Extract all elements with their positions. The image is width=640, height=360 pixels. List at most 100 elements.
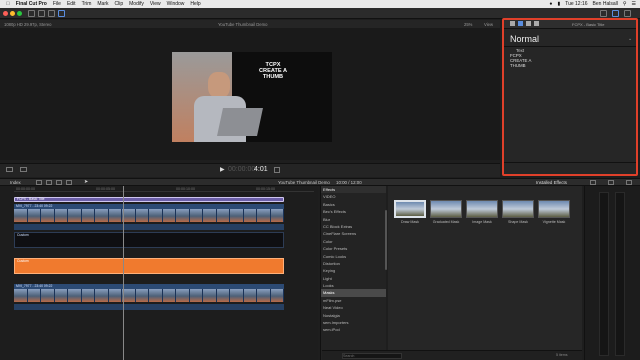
menu-window[interactable]: Window xyxy=(167,1,185,7)
category-item[interactable]: Neat Video xyxy=(321,304,386,311)
view-options-icon[interactable] xyxy=(6,167,13,172)
timeline[interactable]: 00:00:00:00 00:00:05:00 00:00:10:00 00:0… xyxy=(0,186,318,360)
chevron-down-icon[interactable]: ⌄ xyxy=(628,36,632,42)
custom-clip[interactable]: Custom xyxy=(14,232,284,248)
timecode-display[interactable]: 4:01 xyxy=(254,166,268,173)
category-item[interactable]: Bec's Effects xyxy=(321,208,386,215)
battery-icon[interactable]: ▮ xyxy=(557,1,560,7)
video-clip[interactable]: MVI_7977 - 23:40 09:22 xyxy=(14,284,284,302)
fullscreen-icon[interactable] xyxy=(17,11,22,16)
audio-waveform[interactable] xyxy=(14,304,284,310)
clock[interactable]: Tue 12:16 xyxy=(565,1,587,7)
clip-label: Custom xyxy=(17,233,29,237)
category-item[interactable]: VIDEO xyxy=(321,193,386,200)
menu-trim[interactable]: Trim xyxy=(82,1,92,7)
video-tab-icon[interactable] xyxy=(510,21,515,26)
overwrite-icon[interactable] xyxy=(66,180,72,185)
title-tab-icon[interactable] xyxy=(526,21,531,26)
insert-icon[interactable] xyxy=(56,180,62,185)
effects-browser-icon[interactable] xyxy=(608,180,614,185)
apple-menu-icon[interactable]:  xyxy=(6,1,10,7)
view-menu[interactable]: View xyxy=(484,22,493,27)
title-clip[interactable]: FCPX - Basic Title xyxy=(14,197,284,202)
menu-mark[interactable]: Mark xyxy=(97,1,108,7)
category-item[interactable]: Distortion xyxy=(321,260,386,267)
timeline-ruler[interactable]: 00:00:00:00 00:00:05:00 00:00:10:00 00:0… xyxy=(14,186,314,192)
category-item[interactable]: Nostalgia xyxy=(321,312,386,319)
effect-thumb-draw-mask[interactable] xyxy=(394,200,426,218)
playhead[interactable] xyxy=(123,186,124,360)
menu-file[interactable]: File xyxy=(53,1,61,7)
divider xyxy=(504,162,636,163)
category-item[interactable]: mFilm.pse xyxy=(321,297,386,304)
menu-edit[interactable]: Edit xyxy=(67,1,76,7)
menu-clip[interactable]: Clip xyxy=(115,1,124,7)
menu-app[interactable]: Final Cut Pro xyxy=(16,1,47,7)
category-item[interactable]: Comic Looks xyxy=(321,253,386,260)
effect-thumb-image-mask[interactable] xyxy=(466,200,498,218)
close-icon[interactable] xyxy=(3,11,8,16)
installed-effects-select[interactable]: Installed Effects xyxy=(536,180,567,185)
zoom-select[interactable]: 25% xyxy=(464,22,472,27)
menu-bar:  Final Cut Pro File Edit Trim Mark Clip… xyxy=(0,0,640,8)
category-item[interactable]: Looks xyxy=(321,282,386,289)
ruler-tick: 00:00:15:00 xyxy=(256,187,275,191)
ruler-tick: 00:00:05:00 xyxy=(96,187,115,191)
clip-filmstrip xyxy=(14,209,284,222)
play-icon[interactable]: ▶ xyxy=(220,166,225,173)
search-icon[interactable]: ⚲ xyxy=(623,1,627,7)
presenter-head xyxy=(208,72,230,98)
category-item[interactable]: Color Presets xyxy=(321,245,386,252)
libraries-icon[interactable] xyxy=(28,10,35,17)
index-button[interactable]: Index xyxy=(10,180,21,185)
keyword-icon[interactable] xyxy=(58,10,65,17)
info-tab-icon[interactable] xyxy=(534,21,539,26)
fullscreen-viewer-icon[interactable] xyxy=(274,167,280,173)
wifi-icon[interactable]: ● xyxy=(549,1,552,7)
transform-icon[interactable] xyxy=(20,167,27,172)
timeline-toggle-icon[interactable] xyxy=(600,10,607,17)
audio-meters-icon[interactable] xyxy=(590,180,596,185)
effect-thumb-shape-mask[interactable] xyxy=(502,200,534,218)
share-icon[interactable] xyxy=(624,10,631,17)
inspector-title: FCPX - Basic Title xyxy=(572,22,605,27)
category-item-masks[interactable]: Masks xyxy=(321,289,386,297)
audio-waveform[interactable] xyxy=(14,224,284,230)
user-name[interactable]: Ben Halsall xyxy=(593,1,618,7)
text-style-preset[interactable]: Normal xyxy=(510,34,539,44)
titles-icon[interactable] xyxy=(48,10,55,17)
photos-icon[interactable] xyxy=(38,10,45,17)
minimize-icon[interactable] xyxy=(10,11,15,16)
append-icon[interactable] xyxy=(46,180,52,185)
menu-list-icon[interactable]: ☰ xyxy=(632,1,636,7)
category-item[interactable]: Blur xyxy=(321,216,386,223)
effect-thumb-graduated-mask[interactable] xyxy=(430,200,462,218)
menu-view[interactable]: View xyxy=(150,1,161,7)
viewer-frame[interactable]: TCPX CREATE A THUMB xyxy=(172,52,332,142)
audio-meters xyxy=(584,186,640,360)
category-item[interactable]: Basics xyxy=(321,201,386,208)
ruler-tick: 00:00:10:00 xyxy=(176,187,195,191)
video-clip[interactable]: MVI_7977 - 23:40 09:22 xyxy=(14,204,284,222)
category-item[interactable]: sem.iPod xyxy=(321,326,386,333)
menu-modify[interactable]: Modify xyxy=(129,1,144,7)
category-item[interactable]: sem.Importers xyxy=(321,319,386,326)
category-item[interactable]: Light xyxy=(321,275,386,282)
category-item[interactable]: CineFlare Screens xyxy=(321,230,386,237)
category-item[interactable]: Color xyxy=(321,238,386,245)
clip-appearance-icon[interactable] xyxy=(36,180,42,185)
text-field[interactable]: FCPX CREATE A THUMB xyxy=(510,53,630,88)
timeline-header: Index ➤ YouTube Thumbnail Demo 10:00 / 1… xyxy=(0,178,640,186)
category-item[interactable]: Keying xyxy=(321,267,386,274)
scrollbar[interactable] xyxy=(385,210,387,270)
inspector-toggle-icon[interactable] xyxy=(612,10,619,17)
custom-clip-orange[interactable]: Custom xyxy=(14,258,284,274)
clip-label: MVI_7977 - 23:40 09:22 xyxy=(16,284,53,288)
effects-search-input[interactable] xyxy=(342,353,402,359)
menu-help[interactable]: Help xyxy=(190,1,200,7)
effect-thumb-vignette-mask[interactable] xyxy=(538,200,570,218)
text-tab-icon[interactable] xyxy=(518,21,523,26)
category-item[interactable]: CC Block Extras xyxy=(321,223,386,230)
select-tool-icon[interactable]: ➤ xyxy=(84,179,88,185)
transitions-browser-icon[interactable] xyxy=(626,180,632,185)
